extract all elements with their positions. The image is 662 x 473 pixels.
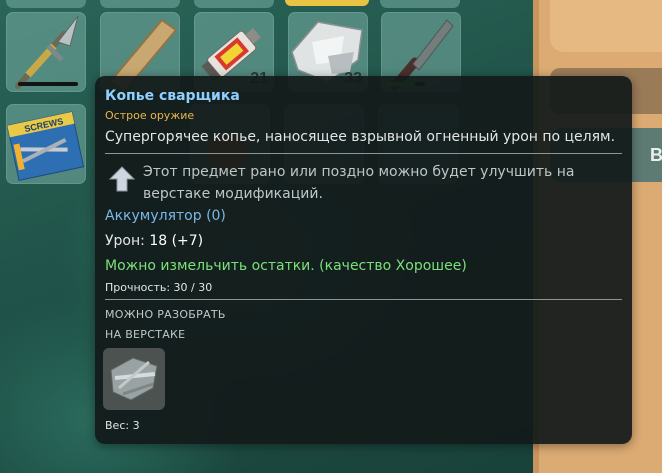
slot-edge (6, 0, 86, 8)
durability-bar (18, 82, 78, 86)
divider (105, 153, 622, 154)
disassemble-heading: МОЖНО РАЗОБРАТЬ (105, 308, 226, 321)
damage-stat: Урон: 18 (+7) (105, 233, 203, 249)
item-category: Острое оружие (105, 109, 195, 122)
divider (105, 299, 622, 300)
item-title: Копье сварщика (105, 88, 240, 104)
damage-label: Урон: (105, 233, 145, 249)
damage-value: 18 (+7) (149, 233, 204, 249)
selected-slot-edge (285, 0, 369, 6)
upgrade-arrow-icon (109, 166, 135, 192)
screws-box-icon: SCREWS (6, 111, 85, 182)
side-panel-header (550, 0, 662, 52)
salvage-info: Можно измельчить остатки. (качество Хоро… (105, 258, 467, 274)
upgrade-hint: Этот предмет рано или поздно можно будет… (143, 164, 575, 202)
slot-edge (380, 0, 460, 8)
item-description: Супергорячее копье, наносящее взрывной о… (105, 129, 616, 145)
accumulator-stat: Аккумулятор (0) (105, 208, 226, 224)
slot-edge (194, 0, 274, 8)
scrap-metal-icon (110, 357, 158, 401)
slot-edge (100, 0, 180, 8)
item-weight: Вес: 3 (105, 419, 140, 432)
item-tooltip: Копье сварщика Острое оружие Супергоряче… (95, 76, 632, 444)
disassemble-location: НА ВЕРСТАКЕ (105, 328, 186, 341)
inventory-slot-spear[interactable] (6, 12, 86, 92)
accumulator-label: Аккумулятор (105, 208, 202, 224)
disassemble-result-slot (103, 348, 165, 410)
spear-icon (15, 15, 79, 89)
durability-stat: Прочность: 30 / 30 (105, 281, 213, 294)
accumulator-value: (0) (206, 208, 226, 224)
inventory-slot-screws[interactable]: SCREWS (6, 104, 86, 184)
